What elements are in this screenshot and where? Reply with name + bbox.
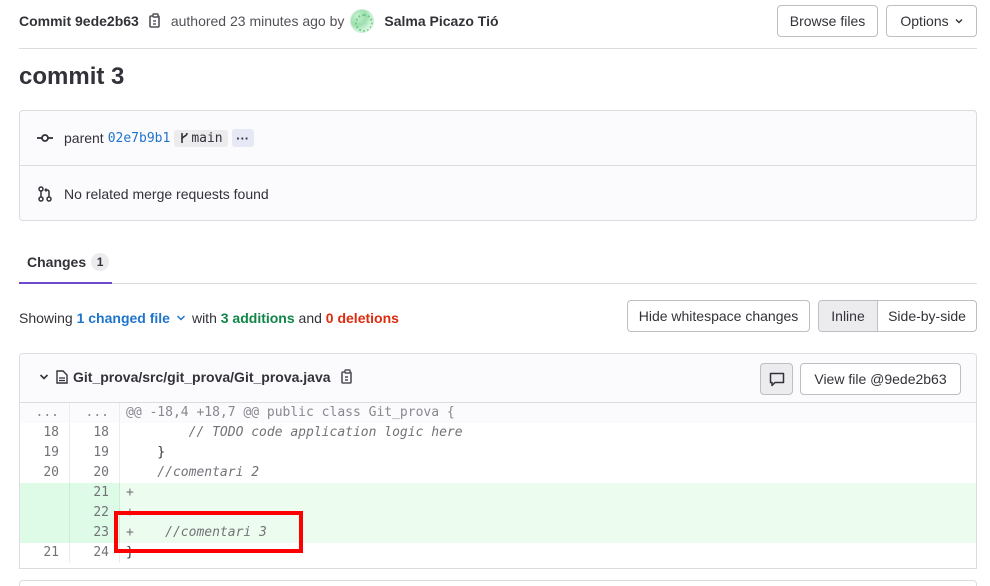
diff-line: ...... @@ -18,4 +18,7 @@ public class Git… <box>20 403 976 423</box>
diff-line-code: // TODO code application logic here <box>126 425 463 440</box>
diff-line-code: } <box>126 545 134 560</box>
old-line-number[interactable]: 21 <box>20 543 70 563</box>
commit-header: Commit 9ede2b63 authored 23 minutes ago … <box>19 0 977 49</box>
new-line-number[interactable]: 24 <box>70 543 120 563</box>
diff-body: ...... @@ -18,4 +18,7 @@ public class Git… <box>20 403 976 563</box>
diff-line: 21 + <box>20 483 976 503</box>
page-title: commit 3 <box>19 63 125 90</box>
tab-changes[interactable]: Changes 1 <box>19 242 112 284</box>
merge-requests-row: No related merge requests found <box>20 166 976 221</box>
copy-icon[interactable] <box>149 13 163 29</box>
diff-line: 22 + <box>20 503 976 523</box>
new-line-number[interactable]: 21 <box>70 483 120 503</box>
avatar[interactable] <box>350 9 375 33</box>
new-line-number[interactable]: ... <box>70 403 120 423</box>
deletions-count: 0 deletions <box>325 310 399 326</box>
hide-whitespace-button[interactable]: Hide whitespace changes <box>627 300 810 332</box>
view-mode-toggle: Inline Side-by-side <box>818 300 977 332</box>
file-header: Git_prova/src/git_prova/Git_prova.java V… <box>20 354 976 403</box>
changes-count-badge: 1 <box>91 253 110 271</box>
additions-count: 3 additions <box>220 310 295 326</box>
merge-requests-text: No related merge requests found <box>64 185 269 202</box>
diff-line-code: + <box>120 483 976 503</box>
commit-id: Commit 9ede2b63 <box>19 13 139 29</box>
author-name[interactable]: Salma Picazo Tió <box>384 13 498 29</box>
file-title: Git_prova/src/git_prova/Git_prova.java <box>38 369 363 385</box>
diff-line-code: + <box>120 503 976 523</box>
diff-line-code: //comentari 2 <box>126 465 260 480</box>
diff-line: 23 + //comentari 3 <box>20 523 976 543</box>
branch-icon <box>181 132 189 143</box>
diff-line: 19 19 } <box>20 443 976 463</box>
tab-changes-label: Changes <box>27 254 87 270</box>
file-path[interactable]: Git_prova/src/git_prova/Git_prova.java <box>73 369 331 385</box>
view-file-button[interactable]: View file @9ede2b63 <box>800 363 961 395</box>
browse-files-button[interactable]: Browse files <box>777 5 878 37</box>
and-text: and <box>298 310 322 326</box>
chevron-down-icon <box>955 19 963 24</box>
next-file-diff <box>19 580 977 586</box>
side-by-side-view-button[interactable]: Side-by-side <box>878 301 976 331</box>
old-line-number[interactable] <box>20 503 70 523</box>
showing-text: Showing <box>19 310 73 326</box>
comment-icon <box>769 372 784 386</box>
diff-line: 20 20 //comentari 2 <box>20 463 976 483</box>
old-line-number[interactable] <box>20 523 70 543</box>
diff-line: 18 18 // TODO code application logic here <box>20 423 976 443</box>
new-line-number[interactable]: 19 <box>70 443 120 463</box>
diff-line: 21 24} <box>20 543 976 563</box>
changed-files-dropdown[interactable]: 1 changed file <box>77 310 170 326</box>
new-line-number[interactable]: 18 <box>70 423 120 443</box>
new-line-number[interactable]: 22 <box>70 503 120 523</box>
with-text: with <box>191 310 217 326</box>
parent-row: parent 02e7b9b1 main ··· <box>20 111 976 166</box>
old-line-number[interactable]: 19 <box>20 443 70 463</box>
copy-icon[interactable] <box>340 369 355 385</box>
parent-sha-link[interactable]: 02e7b9b1 <box>108 131 171 146</box>
more-branches-button[interactable]: ··· <box>231 129 254 147</box>
branch-pill[interactable]: main <box>174 129 228 147</box>
diff-stats: Showing 1 changed file with 3 additions … <box>19 309 399 327</box>
old-line-number[interactable]: ... <box>20 403 70 423</box>
parent-label: parent <box>64 130 104 146</box>
diff-line-code: @@ -18,4 +18,7 @@ public class Git_prova… <box>120 403 976 423</box>
diff-line-code: } <box>126 445 166 460</box>
diff-line-code: + //comentari 3 <box>120 523 976 543</box>
old-line-number[interactable]: 18 <box>20 423 70 443</box>
comments-toggle-button[interactable] <box>760 363 793 395</box>
inline-view-button[interactable]: Inline <box>819 301 878 331</box>
commit-info-box: parent 02e7b9b1 main ··· No related merg… <box>19 110 977 221</box>
commit-tabs: Changes 1 <box>19 242 977 284</box>
chevron-down-icon[interactable] <box>176 313 186 323</box>
commit-meta: Commit 9ede2b63 authored 23 minutes ago … <box>19 9 499 33</box>
options-label: Options <box>900 13 949 29</box>
old-line-number[interactable]: 20 <box>20 463 70 483</box>
new-line-number[interactable]: 20 <box>70 463 120 483</box>
merge-request-icon <box>36 185 54 203</box>
branch-name: main <box>191 130 223 146</box>
commit-icon <box>36 129 54 147</box>
new-line-number[interactable]: 23 <box>70 523 120 543</box>
file-diff: Git_prova/src/git_prova/Git_prova.java V… <box>19 353 977 569</box>
old-line-number[interactable] <box>20 483 70 503</box>
file-icon <box>56 370 68 384</box>
authored-text: authored 23 minutes ago by <box>170 13 345 29</box>
options-button[interactable]: Options <box>886 5 977 37</box>
chevron-down-icon[interactable] <box>38 371 50 383</box>
